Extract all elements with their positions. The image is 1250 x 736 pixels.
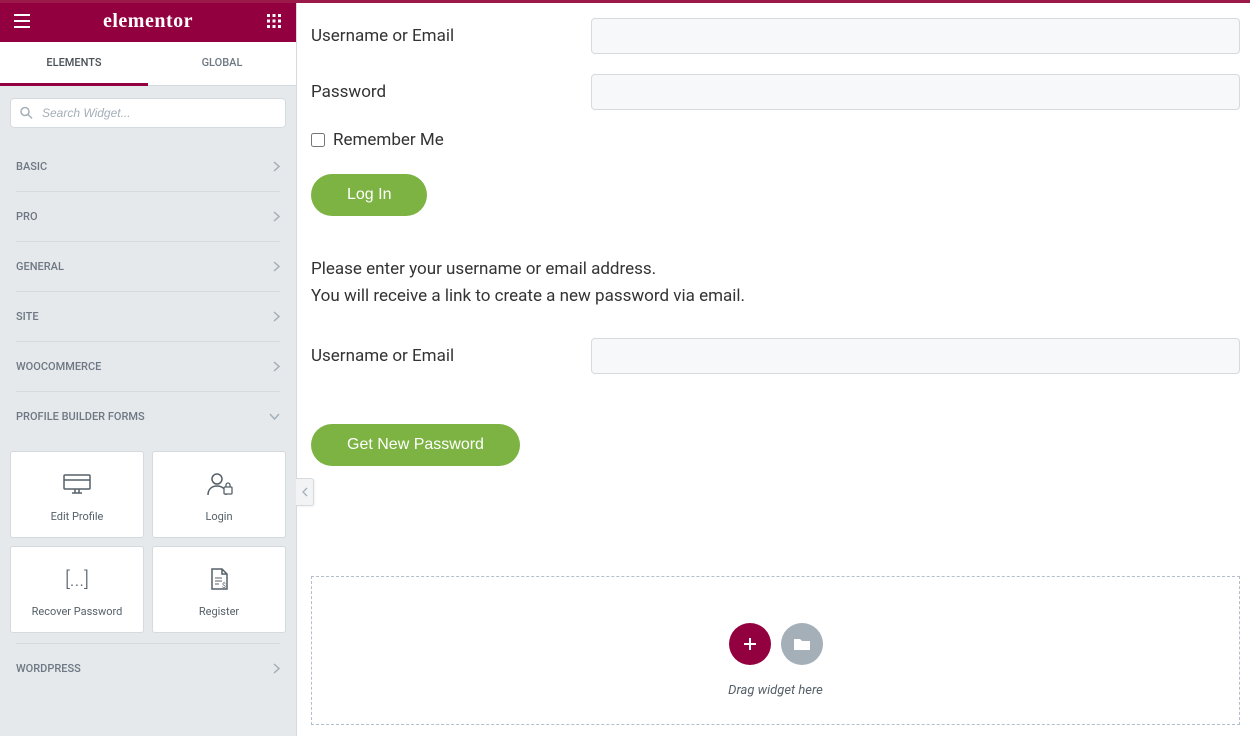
recover-password-icon: [...] (65, 565, 89, 593)
help-line-1: Please enter your username or email addr… (311, 256, 1240, 283)
recover-help-text: Please enter your username or email addr… (311, 256, 1240, 310)
search-wrap (0, 86, 296, 136)
category-wordpress[interactable]: WORDPRESS (16, 643, 280, 693)
widget-recover-password[interactable]: [...] Recover Password (10, 546, 144, 633)
recover-username-input[interactable] (591, 338, 1240, 374)
widget-dropzone[interactable]: Drag widget here (311, 576, 1240, 725)
category-list-bottom: WORDPRESS (0, 643, 296, 693)
apps-grid-icon (267, 14, 281, 28)
dropzone-hint: Drag widget here (728, 683, 823, 698)
form-row-password: Password (311, 74, 1240, 110)
chevron-right-icon (273, 261, 280, 272)
app-root: elementor ELEMENTS GLOBAL BASIC (0, 0, 1250, 736)
remember-me-checkbox[interactable] (311, 133, 325, 147)
plus-icon (742, 636, 758, 652)
category-general[interactable]: GENERAL (16, 242, 280, 292)
register-icon: $ (206, 565, 232, 593)
recover-username-label: Username or Email (311, 346, 591, 366)
add-section-button[interactable] (729, 623, 771, 665)
chevron-right-icon (273, 361, 280, 372)
widget-label: Login (205, 510, 232, 523)
hamburger-icon (14, 14, 30, 28)
category-label: PRO (16, 210, 38, 223)
dropzone-buttons (729, 623, 823, 665)
password-input[interactable] (591, 74, 1240, 110)
category-label: SITE (16, 310, 39, 323)
username-label: Username or Email (311, 26, 591, 46)
login-icon (204, 470, 234, 498)
category-label: BASIC (16, 160, 47, 173)
form-row-username: Username or Email (311, 18, 1240, 54)
editor-canvas: Username or Email Password Remember Me L… (297, 0, 1250, 736)
chevron-right-icon (273, 211, 280, 222)
apps-grid-button[interactable] (260, 7, 288, 35)
remember-me-row: Remember Me (311, 130, 1240, 150)
category-label: PROFILE BUILDER FORMS (16, 410, 145, 423)
widget-edit-profile[interactable]: Edit Profile (10, 451, 144, 538)
widget-register[interactable]: $ Register (152, 546, 286, 633)
add-template-button[interactable] (781, 623, 823, 665)
window-top-border (0, 0, 1250, 3)
form-row-recover-username: Username or Email (311, 338, 1240, 374)
category-basic[interactable]: BASIC (16, 142, 280, 192)
tab-elements[interactable]: ELEMENTS (0, 42, 148, 86)
login-form-widget[interactable]: Username or Email Password Remember Me L… (311, 18, 1240, 216)
chevron-right-icon (273, 663, 280, 674)
search-icon (20, 107, 33, 120)
category-profile-builder-forms[interactable]: PROFILE BUILDER FORMS (16, 392, 280, 441)
remember-me-label: Remember Me (333, 130, 444, 150)
widget-label: Edit Profile (51, 510, 104, 523)
category-label: WOOCOMMERCE (16, 360, 101, 373)
svg-text:$: $ (222, 582, 226, 590)
panel-tabs: ELEMENTS GLOBAL (0, 42, 296, 86)
hamburger-menu-button[interactable] (8, 7, 36, 35)
login-button[interactable]: Log In (311, 174, 427, 216)
chevron-right-icon (273, 311, 280, 322)
category-site[interactable]: SITE (16, 292, 280, 342)
widget-label: Recover Password (32, 605, 123, 618)
category-label: WORDPRESS (16, 662, 81, 675)
widget-grid: Edit Profile Login [...] Recover Passwor… (0, 441, 296, 643)
widget-login[interactable]: Login (152, 451, 286, 538)
elementor-sidebar: elementor ELEMENTS GLOBAL BASIC (0, 0, 297, 736)
help-line-2: You will receive a link to create a new … (311, 283, 1240, 310)
search-input[interactable] (10, 98, 286, 128)
chevron-left-icon (302, 487, 308, 497)
get-new-password-button[interactable]: Get New Password (311, 424, 520, 466)
widget-label: Register (199, 605, 239, 618)
collapse-sidebar-handle[interactable] (296, 478, 314, 506)
chevron-down-icon (269, 413, 280, 420)
brand-logo: elementor (103, 10, 193, 33)
recover-password-widget[interactable]: Please enter your username or email addr… (311, 256, 1240, 466)
category-list: BASIC PRO GENERAL SITE (0, 136, 296, 441)
category-woocommerce[interactable]: WOOCOMMERCE (16, 342, 280, 392)
username-input[interactable] (591, 18, 1240, 54)
sidebar-header: elementor (0, 0, 296, 42)
category-label: GENERAL (16, 260, 64, 273)
category-pro[interactable]: PRO (16, 192, 280, 242)
folder-icon (793, 637, 811, 651)
search-box (10, 98, 286, 128)
edit-profile-icon (62, 470, 92, 498)
tab-global[interactable]: GLOBAL (148, 42, 296, 85)
password-label: Password (311, 82, 591, 102)
chevron-right-icon (273, 161, 280, 172)
